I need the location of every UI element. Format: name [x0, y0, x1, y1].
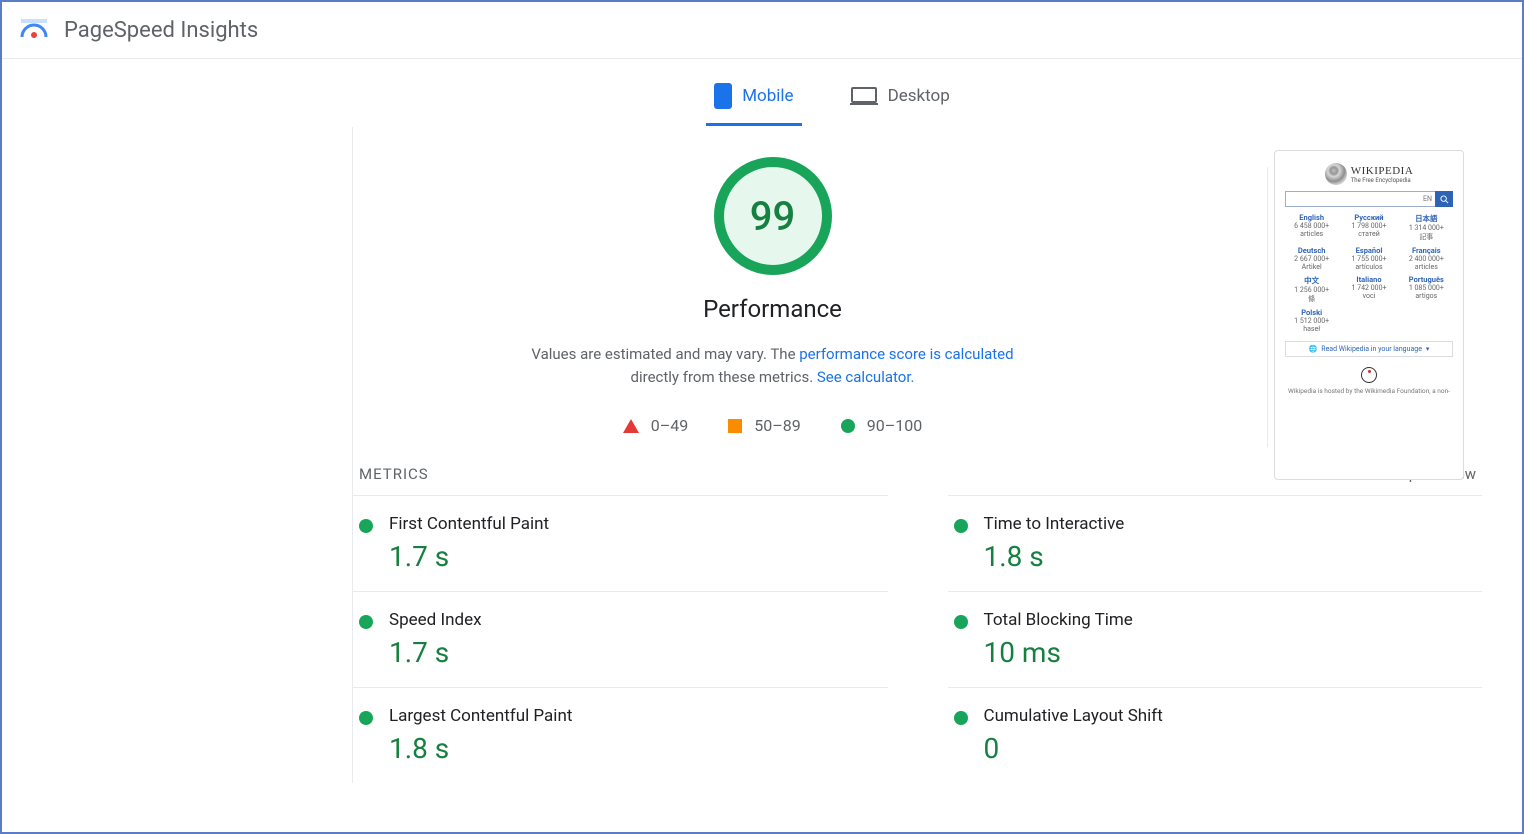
wiki-lang-cell: Português1 085 000+artigos: [1400, 275, 1453, 304]
perf-calc-link[interactable]: performance score is calculated: [799, 345, 1013, 363]
metric-name: Cumulative Layout Shift: [984, 706, 1163, 726]
tab-mobile-label: Mobile: [742, 86, 793, 106]
legend-bad-label: 0–49: [651, 416, 688, 435]
metric-lcp: Largest Contentful Paint 1.8 s: [353, 687, 888, 783]
wiki-search-input: [1285, 191, 1420, 207]
page-screenshot-preview: WIKIPEDIA The Free Encyclopedia EN Engli…: [1274, 150, 1464, 480]
metrics-grid: First Contentful Paint 1.7 s Time to Int…: [353, 495, 1482, 783]
tab-mobile[interactable]: Mobile: [706, 69, 801, 126]
wiki-search-button: [1435, 191, 1453, 207]
metric-tbt: Total Blocking Time 10 ms: [948, 591, 1483, 687]
chevron-down-icon: ▾: [1426, 345, 1430, 353]
performance-description: Values are estimated and may vary. The p…: [513, 343, 1033, 388]
metric-name: First Contentful Paint: [389, 514, 549, 534]
wiki-lang-cell: [1400, 308, 1453, 333]
metric-value: 1.7 s: [389, 540, 549, 573]
wiki-lang-cell: Polski1 512 000+haseł: [1285, 308, 1338, 333]
metric-value: 0: [984, 732, 1163, 765]
tab-desktop[interactable]: Desktop: [842, 69, 958, 126]
metric-name: Total Blocking Time: [984, 610, 1133, 630]
mobile-icon: [714, 83, 732, 109]
wiki-read-language-label: Read Wikipedia in your language: [1321, 345, 1422, 353]
performance-title: Performance: [703, 295, 842, 323]
language-icon: 🌐: [1309, 345, 1318, 353]
wiki-lang-cell: Español1 755 000+artículos: [1342, 246, 1395, 271]
metric-name: Largest Contentful Paint: [389, 706, 572, 726]
legend-good: 90–100: [841, 416, 922, 435]
status-dot-good-icon: [954, 711, 968, 725]
metric-cls: Cumulative Layout Shift 0: [948, 687, 1483, 783]
metric-value: 1.8 s: [389, 732, 572, 765]
wiki-language-grid: English6 458 000+articlesРусский1 798 00…: [1285, 213, 1453, 333]
circle-green-icon: [841, 419, 855, 433]
wiki-lang-cell: 日本語1 314 000+記事: [1400, 213, 1453, 242]
legend-mid: 50–89: [728, 416, 800, 435]
wikipedia-globe-icon: [1325, 163, 1347, 185]
wiki-lang-cell: Français2 400 000+articles: [1400, 246, 1453, 271]
wiki-lang-cell: [1342, 308, 1395, 333]
legend-bad: 0–49: [623, 416, 688, 435]
metric-tti: Time to Interactive 1.8 s: [948, 495, 1483, 591]
wiki-lang-cell: 中文1 256 000+條: [1285, 275, 1338, 304]
square-orange-icon: [728, 419, 742, 433]
wiki-lang-cell: Italiano1 742 000+voci: [1342, 275, 1395, 304]
metric-name: Speed Index: [389, 610, 482, 630]
wiki-lang-cell: Русский1 798 000+статей: [1342, 213, 1395, 242]
app-header: PageSpeed Insights: [2, 2, 1522, 59]
metric-value: 1.8 s: [984, 540, 1125, 573]
metric-fcp: First Contentful Paint 1.7 s: [353, 495, 888, 591]
app-title: PageSpeed Insights: [64, 18, 258, 43]
wikimedia-logo-icon: [1361, 367, 1377, 383]
status-dot-good-icon: [359, 711, 373, 725]
status-dot-good-icon: [359, 519, 373, 533]
metrics-title: METRICS: [359, 465, 429, 483]
status-dot-good-icon: [954, 519, 968, 533]
tab-desktop-label: Desktop: [888, 86, 950, 106]
legend-good-label: 90–100: [867, 416, 922, 435]
performance-score-gauge: 99: [714, 157, 832, 275]
metric-si: Speed Index 1.7 s: [353, 591, 888, 687]
vertical-divider: [1267, 167, 1268, 447]
wiki-lang-cell: Deutsch2 667 000+Artikel: [1285, 246, 1338, 271]
see-calculator-link[interactable]: See calculator.: [817, 368, 915, 386]
status-dot-good-icon: [359, 615, 373, 629]
legend-mid-label: 50–89: [754, 416, 800, 435]
triangle-red-icon: [623, 419, 639, 433]
perf-desc-text: Values are estimated and may vary. The: [531, 345, 799, 363]
device-tabs: Mobile Desktop: [2, 69, 1522, 127]
wiki-lang-cell: English6 458 000+articles: [1285, 213, 1338, 242]
wikipedia-wordmark: WIKIPEDIA: [1351, 165, 1414, 177]
pagespeed-logo-icon: [16, 12, 52, 48]
metric-value: 1.7 s: [389, 636, 482, 669]
desktop-icon: [850, 86, 878, 106]
wiki-search-bar: EN: [1285, 191, 1453, 207]
wiki-footer-text: Wikipedia is hosted by the Wikimedia Fou…: [1288, 387, 1450, 395]
score-legend: 0–49 50–89 90–100: [623, 416, 922, 435]
status-dot-good-icon: [954, 615, 968, 629]
performance-score: 99: [750, 193, 795, 240]
metric-value: 10 ms: [984, 636, 1133, 669]
perf-desc-text2: directly from these metrics.: [631, 368, 817, 386]
wikipedia-subtitle: The Free Encyclopedia: [1351, 177, 1414, 184]
wiki-lang-selector: EN: [1420, 191, 1435, 207]
wiki-read-language-button: 🌐 Read Wikipedia in your language ▾: [1285, 341, 1453, 357]
metric-name: Time to Interactive: [984, 514, 1125, 534]
